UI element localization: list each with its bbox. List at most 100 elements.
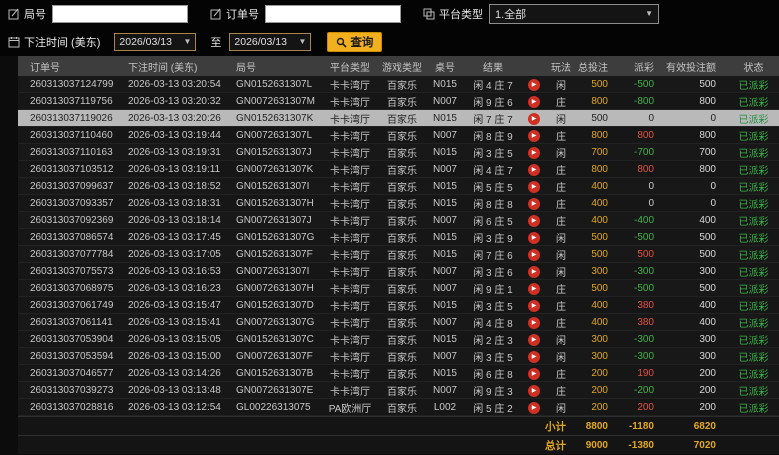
table-row[interactable]: 260313037061141 2026-03-13 03:15:41 GN00… (18, 314, 779, 331)
bet-time: 2026-03-13 03:16:23 (128, 282, 221, 294)
play-icon: ▶ (531, 200, 537, 207)
col-status: 状态 (743, 62, 764, 74)
play-video-button[interactable]: ▶ (528, 350, 540, 363)
table-row[interactable]: 260313037053904 2026-03-13 03:15:05 GN01… (18, 331, 779, 348)
table-row[interactable]: 260313037039273 2026-03-13 03:13:48 GN00… (18, 382, 779, 399)
play-video-button[interactable]: ▶ (528, 265, 540, 278)
play-video-button[interactable]: ▶ (528, 95, 540, 108)
game-type: 百家乐 (387, 165, 417, 177)
table-row[interactable]: 260313037124799 2026-03-13 03:20:54 GN01… (18, 76, 779, 93)
bet-time: 2026-03-13 03:16:53 (128, 265, 221, 277)
game-result: 闲 6 庄 8 (473, 369, 513, 381)
play-video-button[interactable]: ▶ (528, 401, 540, 414)
table-row[interactable]: 260313037075573 2026-03-13 03:16:53 GN00… (18, 263, 779, 280)
table-number: N007 (433, 384, 457, 396)
round-number: GN0072631307M (236, 95, 315, 107)
play-video-button[interactable]: ▶ (528, 180, 540, 193)
platform-type: 卡卡湾厅 (330, 199, 370, 211)
table-number: N015 (433, 299, 457, 311)
play-icon: ▶ (531, 234, 537, 241)
table-row[interactable]: 260313037119026 2026-03-13 03:20:26 GN01… (18, 110, 779, 127)
order-number: 260313037039273 (30, 384, 114, 396)
table-row[interactable]: 260313037077784 2026-03-13 03:17:05 GN01… (18, 246, 779, 263)
table-number: N007 (433, 163, 457, 175)
bet-type: 庄 (556, 318, 566, 330)
platform-type: 卡卡湾厅 (330, 182, 370, 194)
round-input[interactable] (52, 5, 188, 23)
round-number: GN0152631307J (236, 146, 312, 158)
game-type: 百家乐 (387, 216, 417, 228)
play-video-button[interactable]: ▶ (528, 333, 540, 346)
bet-type: 闲 (556, 250, 566, 262)
play-video-button[interactable]: ▶ (528, 248, 540, 261)
play-icon: ▶ (531, 370, 537, 377)
order-input[interactable] (265, 5, 401, 23)
table-row[interactable]: 260313037053594 2026-03-13 03:15:00 GN00… (18, 348, 779, 365)
bet-type: 闲 (556, 335, 566, 347)
table-row[interactable]: 260313037028816 2026-03-13 03:12:54 GL00… (18, 399, 779, 416)
date-from-picker[interactable]: 2026/03/13 ▼ (114, 33, 197, 51)
table-row[interactable]: 260313037110163 2026-03-13 03:19:31 GN01… (18, 144, 779, 161)
play-icon: ▶ (531, 251, 537, 258)
platform-type: 卡卡湾厅 (330, 250, 370, 262)
platform-select[interactable]: 1.全部 ▼ (489, 4, 659, 24)
bet-type: 庄 (556, 369, 566, 381)
platform-type: 卡卡湾厅 (330, 97, 370, 109)
payout: -500 (633, 231, 654, 243)
filter-bar: 局号 订单号 平台类型 1.全部 ▼ 下注时间 (美东) 2026/03/13 (0, 0, 779, 56)
play-video-button[interactable]: ▶ (528, 146, 540, 159)
table-row[interactable]: 260313037061749 2026-03-13 03:15:47 GN01… (18, 297, 779, 314)
grand-total-payout: -1380 (628, 439, 654, 451)
play-video-button[interactable]: ▶ (528, 129, 540, 142)
game-result: 闲 9 庄 3 (473, 386, 513, 398)
subtotal-total-bet: 8800 (585, 420, 608, 432)
order-number: 260313037110163 (30, 146, 113, 158)
game-result: 闲 6 庄 5 (473, 216, 513, 228)
valid-bet: 400 (699, 214, 716, 226)
table-row[interactable]: 260313037086574 2026-03-13 03:17:45 GN01… (18, 229, 779, 246)
table-number: N007 (433, 214, 457, 226)
play-video-button[interactable]: ▶ (528, 78, 540, 91)
platform-type: 卡卡湾厅 (330, 131, 370, 143)
platform-type: 卡卡湾厅 (330, 369, 370, 381)
game-type: 百家乐 (387, 131, 417, 143)
payout: 190 (637, 367, 654, 379)
play-video-button[interactable]: ▶ (528, 163, 540, 176)
game-result: 闲 7 庄 7 (473, 114, 513, 126)
play-video-button[interactable]: ▶ (528, 299, 540, 312)
table-row[interactable]: 260313037093357 2026-03-13 03:18:31 GN01… (18, 195, 779, 212)
table-row[interactable]: 260313037099637 2026-03-13 03:18:52 GN01… (18, 178, 779, 195)
play-icon: ▶ (531, 98, 537, 105)
chevron-down-icon: ▼ (183, 37, 192, 46)
table-row[interactable]: 260313037046577 2026-03-13 03:14:26 GN01… (18, 365, 779, 382)
play-video-button[interactable]: ▶ (528, 197, 540, 210)
play-video-button[interactable]: ▶ (528, 214, 540, 227)
play-video-button[interactable]: ▶ (528, 384, 540, 397)
date-to-picker[interactable]: 2026/03/13 ▼ (229, 33, 312, 51)
layers-icon (423, 8, 435, 20)
play-video-button[interactable]: ▶ (528, 316, 540, 329)
game-type: 百家乐 (387, 97, 417, 109)
game-result: 闲 4 庄 7 (473, 80, 513, 92)
query-button[interactable]: 查询 (327, 32, 383, 52)
round-number: GN0152631307C (236, 333, 314, 345)
platform-type: 卡卡湾厅 (330, 301, 370, 313)
order-number: 260313037068975 (30, 282, 114, 294)
table-row[interactable]: 260313037110460 2026-03-13 03:19:44 GN00… (18, 127, 779, 144)
subtotal-label: 小计 (545, 420, 566, 433)
order-number: 260313037103512 (30, 163, 114, 175)
status-badge: 已派彩 (738, 97, 769, 109)
play-video-button[interactable]: ▶ (528, 231, 540, 244)
game-type: 百家乐 (387, 267, 417, 279)
table-row[interactable]: 260313037068975 2026-03-13 03:16:23 GN00… (18, 280, 779, 297)
play-video-button[interactable]: ▶ (528, 282, 540, 295)
order-label: 订单号 (226, 9, 259, 21)
table-row[interactable]: 260313037103512 2026-03-13 03:19:11 GN00… (18, 161, 779, 178)
table-row[interactable]: 260313037119756 2026-03-13 03:20:32 GN00… (18, 93, 779, 110)
table-row[interactable]: 260313037092369 2026-03-13 03:18:14 GN00… (18, 212, 779, 229)
status-badge: 已派彩 (738, 233, 769, 245)
table-number: N015 (433, 112, 457, 124)
table-number: N007 (433, 265, 457, 277)
play-video-button[interactable]: ▶ (528, 112, 540, 125)
play-video-button[interactable]: ▶ (528, 367, 540, 380)
